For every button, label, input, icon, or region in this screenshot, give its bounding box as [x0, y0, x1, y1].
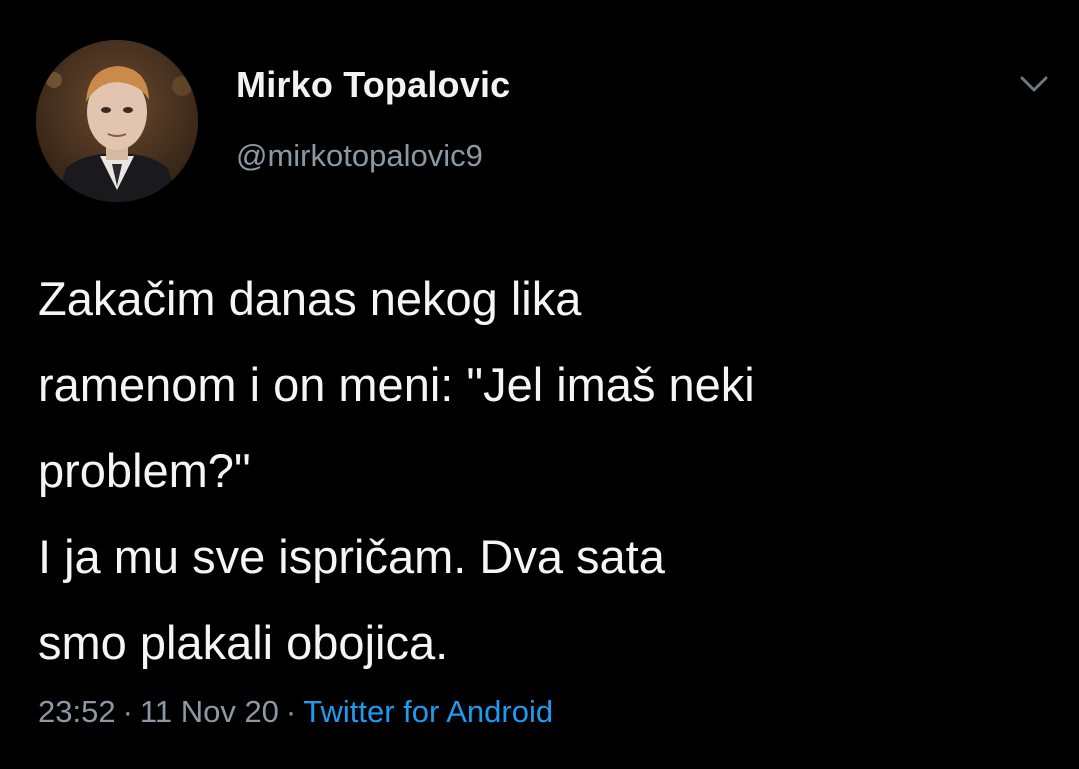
tweet-card: Mirko Topalovic @mirkotopalovic9 Zakačim… [0, 0, 1079, 769]
tweet-text-line: problem?" [38, 444, 251, 497]
tweet-text-line: smo plakali obojica. [38, 616, 449, 669]
tweet-text: Zakačim danas nekog lika ramenom i on me… [38, 256, 1058, 686]
tweet-date[interactable]: 11 Nov 20 [140, 694, 279, 729]
tweet-meta: 23:52 · 11 Nov 20 · Twitter for Android [38, 694, 553, 730]
tweet-text-line: ramenom i on meni: "Jel imaš neki [38, 358, 755, 411]
meta-separator: · [285, 694, 297, 729]
meta-separator: · [122, 694, 133, 729]
avatar-image [36, 40, 198, 202]
author-display-name[interactable]: Mirko Topalovic [236, 64, 510, 106]
author-handle[interactable]: @mirkotopalovic9 [236, 138, 483, 174]
avatar[interactable] [36, 40, 198, 202]
chevron-down-icon[interactable] [1014, 68, 1054, 100]
tweet-time[interactable]: 23:52 [38, 694, 116, 729]
tweet-text-line: I ja mu sve ispričam. Dva sata [38, 530, 665, 583]
tweet-text-line: Zakačim danas nekog lika [38, 272, 582, 325]
tweet-source-link[interactable]: Twitter for Android [303, 694, 553, 729]
